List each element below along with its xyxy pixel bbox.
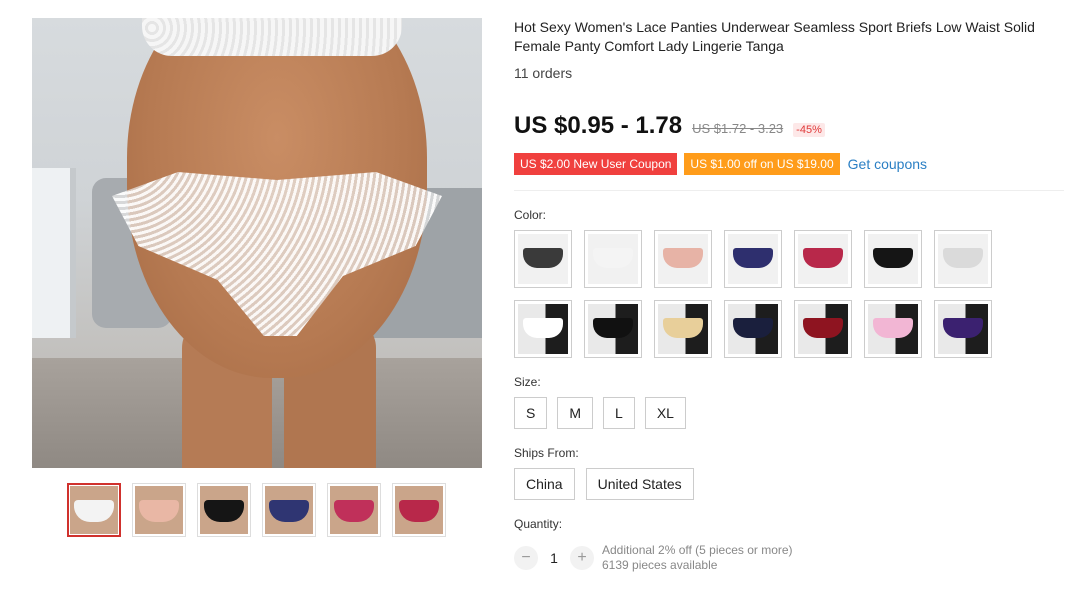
color-swatch-8[interactable]: [514, 300, 572, 358]
ships-from-options: China United States: [514, 468, 694, 500]
color-swatch-2[interactable]: [584, 230, 642, 288]
color-swatch-image: [518, 234, 568, 284]
divider: [514, 190, 1064, 191]
price-row: US $0.95 - 1.78 US $1.72 - 3.23 -45%: [514, 112, 825, 140]
color-swatch-grid: [514, 230, 1069, 358]
color-swatch-image: [798, 234, 848, 284]
color-swatch-12[interactable]: [794, 300, 852, 358]
color-swatch-4[interactable]: [724, 230, 782, 288]
thumbnail-image: [395, 486, 443, 534]
thumbnail-image: [265, 486, 313, 534]
color-swatch-6[interactable]: [864, 230, 922, 288]
thumbnail-3[interactable]: [197, 483, 251, 537]
size-option-s[interactable]: S: [514, 397, 548, 429]
get-coupons-link[interactable]: Get coupons: [848, 156, 927, 172]
quantity-label: Quantity:: [514, 517, 563, 531]
color-swatch-image: [658, 304, 708, 354]
color-swatch-11[interactable]: [724, 300, 782, 358]
color-swatch-image: [518, 304, 568, 354]
lace-bra: [142, 18, 402, 56]
thumbnail-image: [330, 486, 378, 534]
bulk-discount-note: Additional 2% off (5 pieces or more): [602, 543, 793, 557]
color-swatch-10[interactable]: [654, 300, 712, 358]
size-label: Size:: [514, 375, 541, 389]
thumbnail-image: [135, 486, 183, 534]
color-swatch-image: [728, 234, 778, 284]
size-option-xl[interactable]: XL: [644, 397, 686, 429]
color-label: Color:: [514, 208, 547, 222]
new-user-coupon[interactable]: US $2.00 New User Coupon: [514, 153, 678, 175]
color-swatch-3[interactable]: [654, 230, 712, 288]
color-swatch-image: [728, 304, 778, 354]
main-product-image[interactable]: [32, 18, 482, 468]
color-swatch-9[interactable]: [584, 300, 642, 358]
threshold-coupon[interactable]: US $1.00 off on US $19.00: [684, 153, 840, 175]
color-swatch-7[interactable]: [934, 230, 992, 288]
current-price: US $0.95 - 1.78: [514, 112, 683, 139]
color-swatch-image: [938, 234, 988, 284]
quantity-stepper: − 1 + Additional 2% off (5 pieces or mor…: [514, 543, 793, 573]
color-swatch-14[interactable]: [934, 300, 992, 358]
product-title: Hot Sexy Women's Lace Panties Underwear …: [514, 19, 1035, 54]
color-swatch-1[interactable]: [514, 230, 572, 288]
size-option-m[interactable]: M: [557, 397, 594, 429]
thumbnail-image: [70, 486, 118, 534]
color-swatch-image: [938, 304, 988, 354]
color-swatch-5[interactable]: [794, 230, 852, 288]
discount-badge: -45%: [793, 123, 825, 137]
thumbnail-2[interactable]: [132, 483, 186, 537]
quantity-increase-button[interactable]: +: [570, 546, 594, 570]
background-window: [32, 168, 76, 338]
color-swatch-image: [868, 234, 918, 284]
original-price: US $1.72 - 3.23: [692, 121, 784, 136]
order-count: 11 orders: [514, 65, 573, 81]
coupon-row: US $2.00 New User Coupon US $1.00 off on…: [514, 153, 927, 175]
stock-available: 6139 pieces available: [602, 558, 718, 572]
thumbnail-image: [200, 486, 248, 534]
color-swatch-13[interactable]: [864, 300, 922, 358]
color-swatch-image: [658, 234, 708, 284]
thumbnail-4[interactable]: [262, 483, 316, 537]
thumbnail-1[interactable]: [67, 483, 121, 537]
ships-from-united-states[interactable]: United States: [585, 468, 694, 500]
quantity-decrease-button[interactable]: −: [514, 546, 538, 570]
thumbnail-6[interactable]: [392, 483, 446, 537]
quantity-value[interactable]: 1: [538, 550, 570, 566]
size-options: S M L XL: [514, 397, 686, 429]
color-swatch-image: [798, 304, 848, 354]
color-swatch-image: [868, 304, 918, 354]
ships-from-china[interactable]: China: [514, 468, 575, 500]
quantity-info: Additional 2% off (5 pieces or more) 613…: [602, 543, 793, 573]
thumbnail-strip: [67, 483, 446, 537]
color-swatch-image: [588, 234, 638, 284]
color-swatch-image: [588, 304, 638, 354]
size-option-l[interactable]: L: [603, 397, 635, 429]
thumbnail-5[interactable]: [327, 483, 381, 537]
ships-from-label: Ships From:: [514, 446, 579, 460]
